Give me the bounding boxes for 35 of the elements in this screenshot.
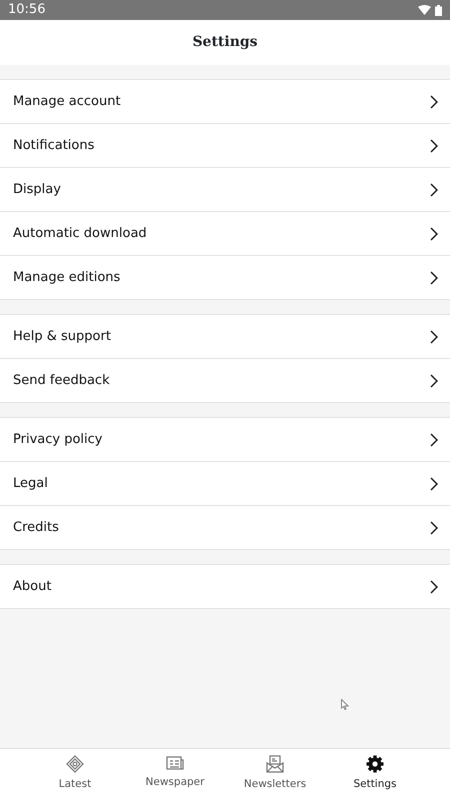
diamond-icon (66, 755, 84, 773)
settings-row[interactable]: Privacy policy (0, 418, 450, 462)
chevron-icon (430, 432, 438, 446)
settings-row[interactable]: Help & support (0, 315, 450, 359)
chevron-icon (430, 330, 438, 344)
chevron-icon (430, 182, 438, 196)
settings-row[interactable]: Credits (0, 506, 450, 550)
status-time: 10:56 (8, 1, 46, 20)
nav-tab[interactable]: Settings (325, 749, 425, 800)
newspaper-icon (166, 755, 184, 771)
settings-icon (366, 755, 384, 773)
settings-row[interactable]: About (0, 565, 450, 609)
chevron-icon (430, 138, 438, 152)
chevron-icon (430, 374, 438, 388)
chevron-icon (430, 476, 438, 490)
settings-row[interactable]: Manage account (0, 80, 450, 124)
pointer-icon (341, 699, 349, 710)
wifi-icon (418, 5, 431, 15)
page-title: Settings (192, 33, 258, 52)
chevron-icon (430, 580, 438, 594)
envelope-icon (266, 755, 284, 773)
settings-row[interactable]: Notifications (0, 124, 450, 168)
battery-icon (435, 4, 442, 16)
nav-tab[interactable]: Latest (25, 749, 125, 800)
nav-tab[interactable]: Newsletters (225, 749, 325, 800)
chevron-icon (430, 520, 438, 534)
chevron-icon (430, 94, 438, 108)
settings-row[interactable]: Send feedback (0, 359, 450, 403)
nav-tab[interactable]: Newspaper (125, 749, 225, 800)
settings-row[interactable]: Legal (0, 462, 450, 506)
settings-row[interactable]: Display (0, 168, 450, 212)
chevron-icon (430, 270, 438, 284)
settings-row[interactable]: Automatic download (0, 212, 450, 256)
settings-row[interactable]: Manage editions (0, 256, 450, 300)
chevron-icon (430, 226, 438, 240)
